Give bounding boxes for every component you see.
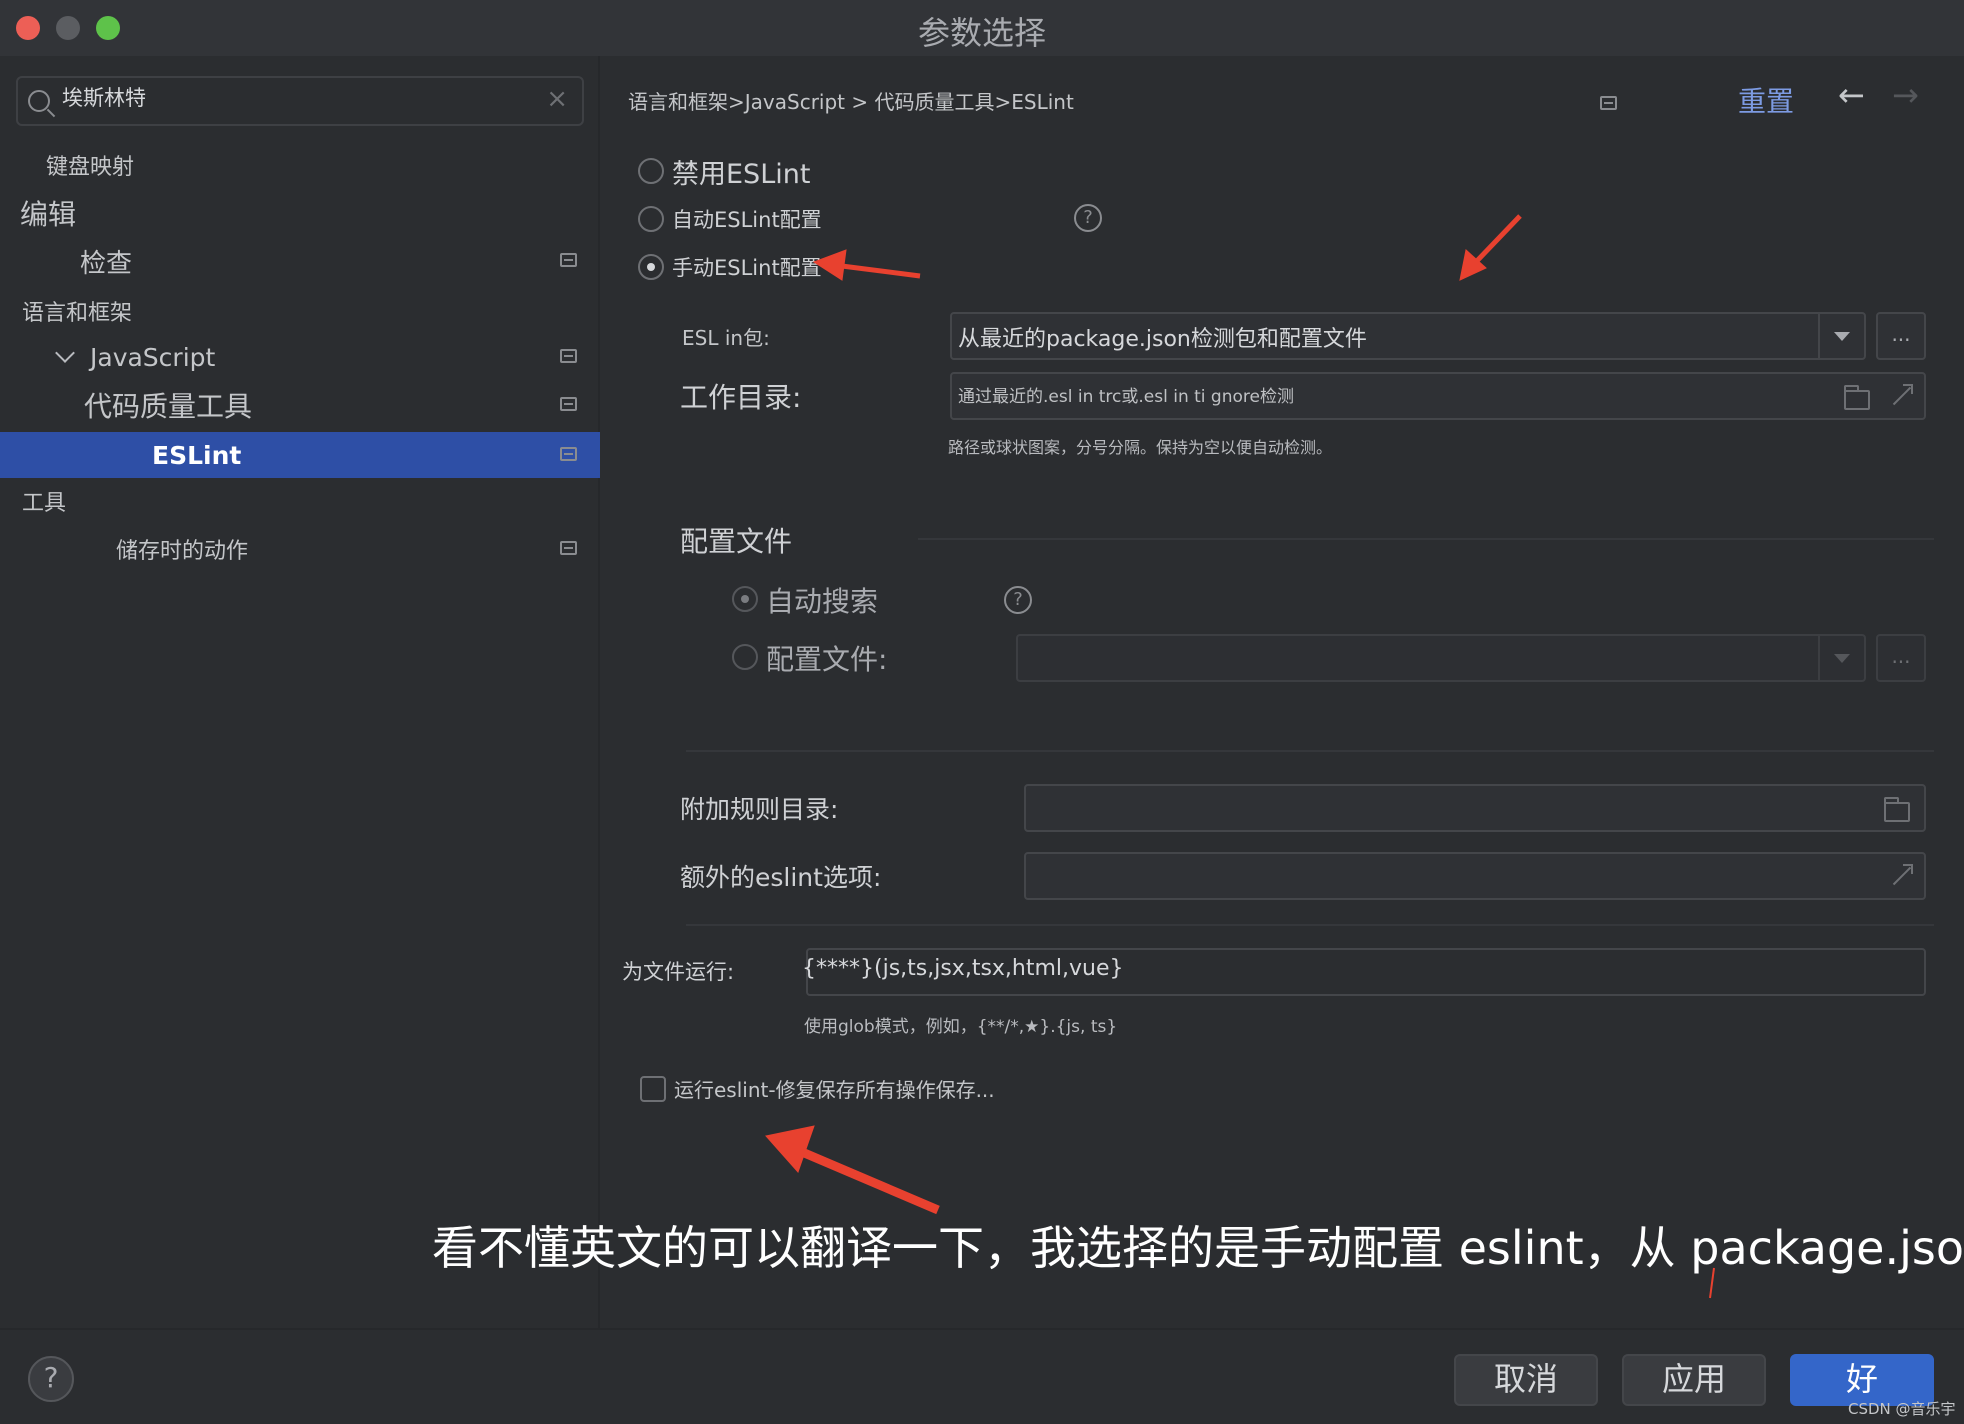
dialog-footer: ? 取消 应用 好 CSDN @音乐宇 [0, 1328, 1964, 1424]
dropdown-separator [1818, 314, 1820, 358]
disable-eslint-label: 禁用ESLint [672, 159, 811, 190]
watermark: CSDN @音乐宇 [1848, 1400, 1956, 1418]
folder-icon[interactable] [1884, 797, 1910, 822]
eslint-settings-panel: 语言和框架>JavaScript > 代码质量工具>ESLint 重置 ← → … [602, 56, 1964, 1328]
sidebar-item-label: 代码质量工具 [84, 390, 253, 423]
video-caption: 看不懂英文的可以翻译一下，我选择的是手动配置 eslint，从 package.… [432, 1221, 1964, 1275]
run-for-files-label: 为文件运行: [622, 960, 735, 984]
sidebar-item-label: 储存时的动作 [116, 539, 249, 564]
help-icon[interactable]: ? [1004, 586, 1032, 614]
sidebar-item-editor[interactable]: 编辑 [0, 190, 600, 236]
help-icon[interactable]: ? [1074, 204, 1102, 232]
cancel-button[interactable]: 取消 [1454, 1354, 1598, 1406]
extra-eslint-options-input[interactable] [1024, 852, 1926, 900]
sidebar-item-label: 检查 [80, 248, 133, 279]
sidebar-item-label: 工具 [22, 491, 67, 516]
help-button[interactable]: ? [28, 1356, 74, 1402]
section-divider [918, 538, 1934, 540]
config-file-select[interactable] [1016, 634, 1866, 682]
project-scope-icon [560, 447, 577, 461]
dropdown-separator [1818, 636, 1820, 680]
project-scope-icon [560, 397, 577, 411]
settings-sidebar: 埃斯林特 × 键盘映射 编辑 检查 语言和框架 JavaScript 代码质量工… [0, 56, 600, 1328]
run-for-files-value: {****}(js,ts,jsx,tsx,html,vue} [802, 956, 1124, 981]
extra-eslint-options-label: 额外的eslint选项: [680, 863, 882, 892]
working-directory-hint: 路径或球状图案，分号分隔。保持为空以便自动检测。 [948, 438, 1333, 457]
eslint-package-value: 从最近的package.json检测包和配置文件 [958, 327, 1367, 352]
manual-eslint-label: 手动ESLint配置 [672, 256, 822, 280]
project-scope-icon [560, 349, 577, 363]
search-icon [28, 90, 50, 112]
reset-button[interactable]: 重置 [1738, 80, 1794, 120]
sidebar-item-keymap[interactable]: 键盘映射 [0, 142, 600, 188]
forward-arrow-icon[interactable]: → [1892, 76, 1919, 114]
auto-eslint-radio[interactable] [638, 206, 664, 232]
project-scope-icon [560, 253, 577, 267]
sidebar-item-label: ESLint [152, 440, 242, 470]
sidebar-item-label: 编辑 [20, 198, 77, 231]
auto-eslint-label: 自动ESLint配置 [672, 208, 822, 232]
extra-rules-dir-input[interactable] [1024, 784, 1926, 832]
back-arrow-icon[interactable]: ← [1838, 76, 1865, 114]
chevron-down-icon[interactable] [55, 343, 75, 363]
expand-icon[interactable] [1890, 864, 1913, 886]
browse-config-button[interactable]: ... [1876, 634, 1926, 682]
config-file-radio[interactable] [732, 644, 758, 670]
sidebar-item-label: JavaScript [90, 342, 216, 372]
config-file-label: 配置文件: [766, 643, 888, 676]
sidebar-item-inspections[interactable]: 检查 [0, 238, 600, 284]
sidebar-item-label: 键盘映射 [46, 155, 135, 180]
working-directory-input[interactable]: 通过最近的.esl in trc或.esl in ti gnore检测 [950, 372, 1926, 420]
folder-icon[interactable] [1844, 385, 1870, 410]
breadcrumb: 语言和框架>JavaScript > 代码质量工具>ESLint [628, 90, 1074, 114]
sidebar-item-label: 语言和框架 [22, 301, 133, 326]
fix-on-save-label: 运行eslint-修复保存所有操作保存... [674, 1078, 995, 1102]
sidebar-item-code-quality-tools[interactable]: 代码质量工具 [0, 382, 600, 428]
chevron-down-icon [1834, 654, 1850, 663]
sidebar-item-actions-on-save[interactable]: 储存时的动作 [0, 526, 600, 572]
auto-search-radio[interactable] [732, 586, 758, 612]
eslint-package-label: ESL in包: [682, 326, 770, 350]
browse-package-button[interactable]: ... [1876, 312, 1926, 360]
project-scope-icon [560, 541, 577, 555]
eslint-package-select[interactable]: 从最近的package.json检测包和配置文件 [950, 312, 1866, 360]
run-for-files-input[interactable]: {****}(js,ts,jsx,tsx,html,vue} [802, 948, 1926, 996]
expand-icon[interactable] [1890, 384, 1913, 406]
chevron-down-icon [1834, 332, 1850, 341]
sidebar-item-javascript[interactable]: JavaScript [0, 334, 600, 380]
window-title: 参数选择 [917, 14, 1046, 52]
section-divider [686, 924, 1934, 926]
disable-eslint-radio[interactable] [638, 158, 664, 184]
manual-eslint-radio[interactable] [638, 254, 664, 280]
sidebar-item-languages[interactable]: 语言和框架 [0, 288, 600, 334]
auto-search-label: 自动搜索 [766, 585, 879, 618]
section-divider [686, 750, 1934, 752]
search-value: 埃斯林特 [62, 86, 146, 110]
working-directory-label: 工作目录: [680, 381, 802, 414]
fix-on-save-checkbox[interactable] [640, 1076, 666, 1102]
project-scope-icon [1600, 96, 1617, 110]
apply-button[interactable]: 应用 [1622, 1354, 1766, 1406]
settings-search-input[interactable]: 埃斯林特 × [16, 76, 584, 126]
config-section-title: 配置文件 [680, 525, 793, 558]
sidebar-item-tools[interactable]: 工具 [0, 478, 600, 524]
title-bar: 参数选择 [0, 0, 1964, 56]
sidebar-item-eslint[interactable]: ESLint [0, 432, 600, 478]
clear-search-icon[interactable]: × [546, 84, 568, 114]
extra-rules-dir-label: 附加规则目录: [680, 795, 839, 824]
run-for-files-hint: 使用glob模式，例如，{**/*,★}.{js, ts} [804, 1017, 1118, 1037]
working-directory-value: 通过最近的.esl in trc或.esl in ti gnore检测 [958, 387, 1294, 407]
